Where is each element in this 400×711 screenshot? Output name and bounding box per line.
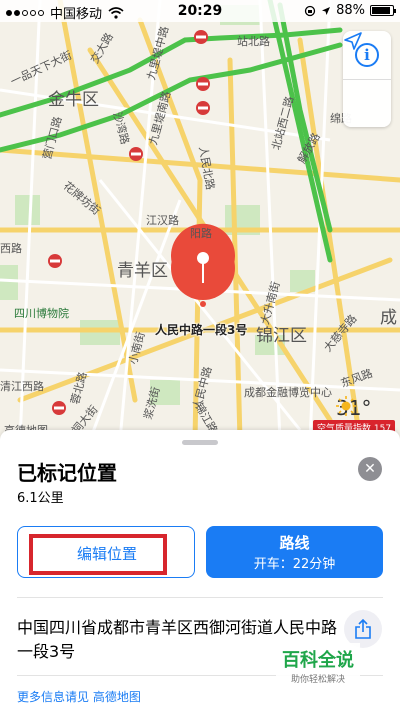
- road-label: 清江西路: [0, 380, 44, 393]
- directions-eta: 开车：22分钟: [253, 557, 336, 572]
- place-label: 四川博物院: [14, 307, 69, 320]
- sheet-grabber[interactable]: [182, 440, 218, 445]
- pin-label: 人民中路一段3号: [155, 323, 248, 337]
- map-controls: i: [343, 31, 391, 127]
- weather-widget: 31°: [336, 396, 371, 420]
- watermark-subtitle: 助你轻松解决: [290, 675, 345, 685]
- place-distance: 6.1公里: [17, 491, 64, 506]
- close-button[interactable]: ✕: [358, 457, 382, 481]
- close-icon: ✕: [364, 461, 376, 477]
- place-card: 已标记位置 6.1公里 ✕ 编辑位置 路线 开车：22分钟 中国四川省成都市青羊…: [0, 430, 400, 711]
- highlight-box: [29, 534, 167, 575]
- map-view[interactable]: 金牛区 青羊区 锦江区 成 四川博物院 成都金融博览中心 高德地图 一品天下大街…: [0, 0, 400, 440]
- location-services-icon: [322, 6, 331, 15]
- more-info-link[interactable]: 高德地图: [93, 690, 141, 704]
- directions-title: 路线: [279, 534, 310, 552]
- district-label: 金牛区: [48, 90, 99, 110]
- road-label: 江汉路: [146, 214, 179, 227]
- place-label: 成都金融博览中心: [244, 386, 332, 399]
- watermark-title: 百科全说: [282, 650, 354, 671]
- district-label: 锦江区: [256, 326, 307, 346]
- place-title: 已标记位置: [17, 461, 117, 485]
- status-bar: 中国移动 20:29 88%: [0, 0, 400, 22]
- sun-icon: [336, 396, 356, 416]
- road-label: 西路: [0, 242, 22, 255]
- road-label: 阳路: [190, 227, 212, 240]
- divider: [17, 597, 383, 598]
- district-label: 成: [380, 308, 397, 328]
- battery-percent: 88%: [336, 3, 365, 18]
- share-icon: [355, 619, 371, 639]
- district-label: 青羊区: [117, 261, 168, 281]
- watermark: 百科全说 助你轻松解决: [276, 643, 360, 687]
- more-info-prefix: 更多信息请见: [17, 690, 90, 704]
- battery-icon: [370, 5, 396, 16]
- road-label: 站北路: [237, 35, 270, 48]
- lock-rotation-icon: [304, 5, 316, 16]
- more-info-line: 更多信息请见 高德地图: [17, 688, 141, 705]
- directions-button[interactable]: 路线 开车：22分钟: [206, 526, 383, 578]
- location-arrow-icon: [344, 32, 362, 50]
- locate-button[interactable]: [343, 32, 391, 127]
